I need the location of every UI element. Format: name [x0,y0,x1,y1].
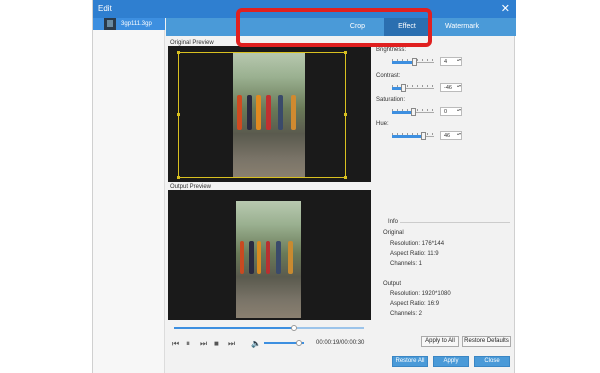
slider-tick [422,59,423,61]
slider-fill [392,111,413,114]
adjustment-value-input[interactable]: 4 [440,57,462,66]
original-heading: Original [383,230,404,236]
slider-knob[interactable] [411,58,417,66]
volume-icon[interactable]: 🔈 [251,339,261,348]
restore-defaults-button[interactable]: Restore Defaults [462,336,511,347]
stop-icon[interactable]: ■ [214,339,219,348]
output-heading: Output [383,281,402,287]
apply-button[interactable]: Apply [433,356,469,367]
slider-tick [432,109,433,111]
tab-effect[interactable]: Effect [384,18,430,36]
original-resolution: Resolution: 176*144 [390,241,445,247]
original-preview [168,46,371,182]
window-title: Edit [98,4,112,13]
slider-knob[interactable] [420,132,426,140]
file-list-item[interactable]: 3gp111.3gp [93,18,165,30]
slider-tick [427,59,428,61]
slider-tick [432,133,433,135]
adjustment-label: Contrast: [376,73,401,79]
file-name: 3gp111.3gp [121,21,152,27]
close-button[interactable]: Close [474,356,510,367]
adjustment-slider[interactable] [392,132,434,140]
close-icon[interactable]: ✕ [501,2,510,15]
volume-knob[interactable] [296,340,302,346]
progress-fill [174,327,294,329]
play-next-icon[interactable]: ⏭ [200,339,207,349]
slider-fill [392,61,414,64]
adjustment-slider[interactable] [392,58,434,66]
file-list: 3gp111.3gp [93,18,165,373]
output-video-frame [236,201,301,318]
adjustment-value-input[interactable]: 0 [440,107,462,116]
video-thumbnail [104,18,116,30]
slider-fill [392,135,423,138]
output-aspect-ratio: Aspect Ratio: 16:9 [390,301,440,307]
slider-tick [422,85,423,87]
adjustment-slider[interactable] [392,108,434,116]
adjustment-value-input[interactable]: 46 [440,131,462,140]
background-left [0,0,92,373]
tab-crop[interactable]: Crop [334,18,381,36]
background-right [515,0,600,373]
slider-tick [432,59,433,61]
output-resolution: Resolution: 1920*1080 [390,291,451,297]
progress-bar[interactable] [174,325,364,331]
slider-tick [417,59,418,61]
slider-knob[interactable] [411,108,416,116]
slider-tick [427,133,428,135]
original-video-frame [233,52,305,178]
slider-tick [422,109,423,111]
pause-icon[interactable]: ⏸ [186,339,190,349]
volume-slider[interactable] [264,340,304,346]
output-preview [168,190,371,320]
slider-tick [407,85,408,87]
slider-tick [427,85,428,87]
progress-knob[interactable] [290,325,297,331]
adjustment-value-input[interactable]: -46 [440,83,462,92]
apply-to-all-button[interactable]: Apply to All [421,336,459,347]
slider-tick [412,85,413,87]
original-channels: Channels: 1 [390,261,423,267]
tab-watermark[interactable]: Watermark [430,18,494,36]
slider-tick [427,109,428,111]
info-title: Info [388,219,399,225]
skip-end-icon[interactable]: ⏭ [228,339,235,349]
adjustment-label: Brightness: [376,47,407,53]
title-bar: Edit ✕ [93,0,516,18]
original-aspect-ratio: Aspect Ratio: 11:9 [390,251,439,257]
timecode: 00:00:19/00:00:30 [316,340,365,346]
slider-knob[interactable] [401,84,407,92]
output-channels: Channels: 2 [390,311,423,317]
slider-tick [417,85,418,87]
adjustment-label: Hue: [376,121,389,127]
skip-back-icon[interactable]: ⏮ [172,339,179,349]
slider-tick [417,109,418,111]
adjustment-slider[interactable] [392,84,434,92]
info-divider [400,222,510,223]
restore-all-button[interactable]: Restore All [392,356,428,367]
adjustment-label: Saturation: [376,97,406,103]
slider-tick [432,85,433,87]
tab-bar: Crop Effect Watermark [166,18,516,36]
